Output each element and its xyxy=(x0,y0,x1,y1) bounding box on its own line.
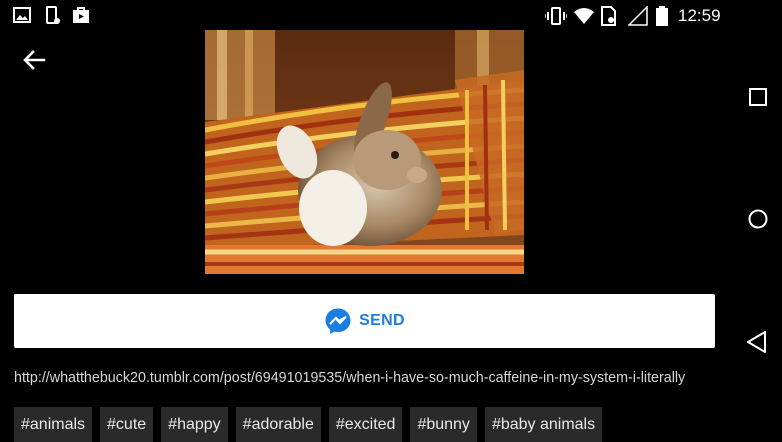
home-icon xyxy=(748,209,768,229)
battery-icon xyxy=(656,6,668,31)
status-bar: 12:59 xyxy=(0,0,735,32)
sim-icon xyxy=(601,6,617,31)
gif-preview[interactable] xyxy=(205,30,524,274)
no-signal-icon xyxy=(627,5,648,31)
home-button[interactable] xyxy=(743,204,773,234)
tag-animals[interactable]: #animals xyxy=(14,407,93,442)
send-button[interactable]: SEND xyxy=(14,294,715,348)
system-back-button[interactable] xyxy=(743,327,773,357)
tag-happy[interactable]: #happy xyxy=(161,407,228,442)
tag-excited[interactable]: #excited xyxy=(328,407,403,442)
gallery-notification-icon xyxy=(13,6,31,29)
system-nav-bar xyxy=(735,0,782,440)
vibrate-icon xyxy=(544,6,568,31)
recents-button[interactable] xyxy=(743,82,773,112)
tag-baby-animals[interactable]: #baby animals xyxy=(484,407,603,442)
arrow-left-icon xyxy=(23,50,46,70)
source-url[interactable]: http://whatthebuck20.tumblr.com/post/694… xyxy=(14,370,726,386)
back-button[interactable] xyxy=(18,44,50,76)
status-clock: 12:59 xyxy=(678,6,721,25)
recents-icon xyxy=(749,88,767,106)
phone-notification-icon xyxy=(45,6,61,31)
back-triangle-icon xyxy=(747,331,766,353)
tag-list: #animals #cute #happy #adorable #excited… xyxy=(14,407,603,442)
tag-cute[interactable]: #cute xyxy=(100,407,154,442)
store-notification-icon xyxy=(72,6,90,29)
messenger-icon xyxy=(325,308,351,334)
send-button-label: SEND xyxy=(359,312,405,329)
tag-bunny[interactable]: #bunny xyxy=(410,407,477,442)
bunny-image xyxy=(205,30,524,274)
wifi-icon xyxy=(573,6,595,31)
tag-adorable[interactable]: #adorable xyxy=(235,407,321,442)
